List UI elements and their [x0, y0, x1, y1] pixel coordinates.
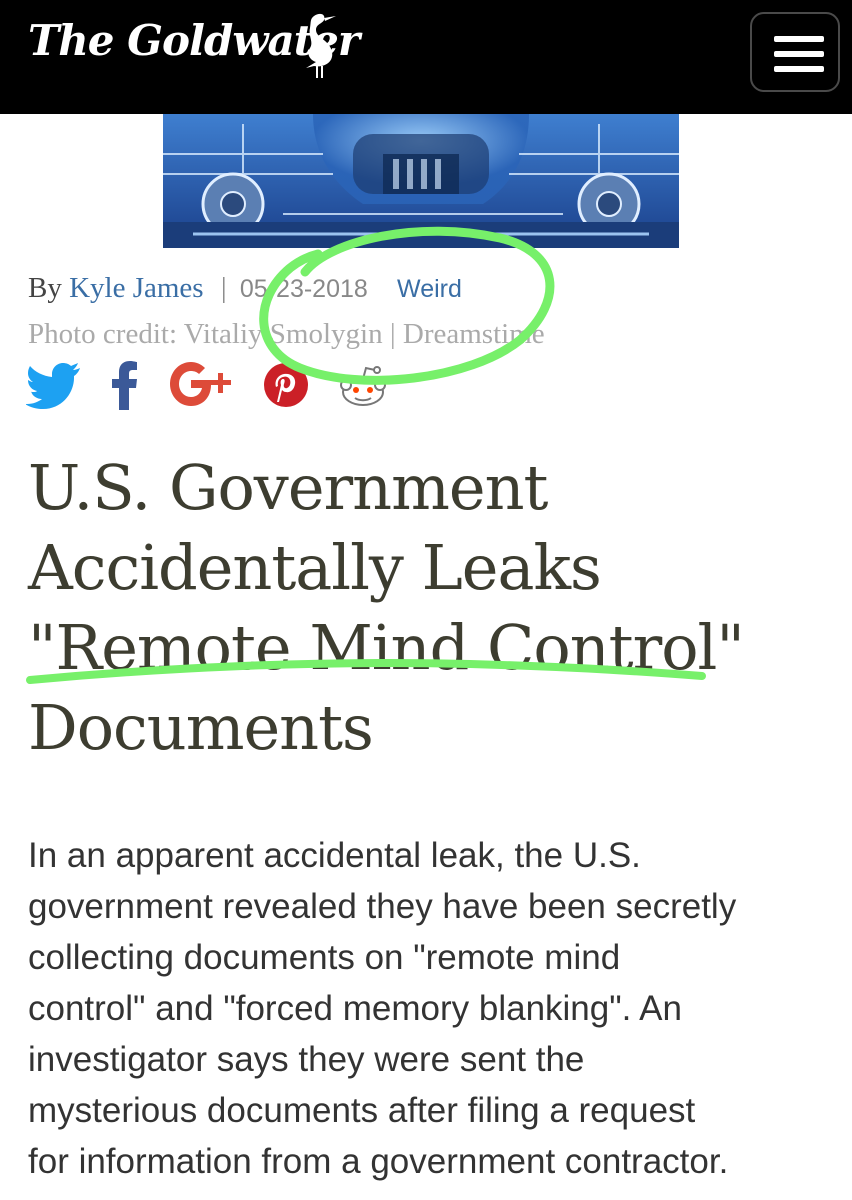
heron-logo-icon: [306, 13, 336, 78]
article-body: In an apparent accidental leak, the U.S.…: [28, 830, 828, 1187]
headline-line: U.S. Government: [28, 451, 548, 524]
body-line: mysterious documents after filing a requ…: [28, 1091, 696, 1130]
google-plus-icon[interactable]: [168, 360, 236, 410]
article-headline: U.S. Government Accidentally Leaks "Remo…: [28, 448, 828, 768]
body-line: government revealed they have been secre…: [28, 887, 737, 926]
body-line: for information from a government contra…: [28, 1142, 729, 1181]
body-line: investigator says they were sent the: [28, 1040, 585, 1079]
publish-date: 05-23-2018: [239, 275, 368, 303]
photo-credit: Photo credit: Vitaliy Smolygin | Dreamst…: [28, 318, 545, 350]
byline-prefix: By: [28, 272, 62, 304]
pinterest-icon[interactable]: [262, 360, 310, 410]
body-line: In an apparent accidental leak, the U.S.: [28, 836, 641, 875]
byline-separator: |: [220, 272, 227, 304]
body-line: control" and "forced memory blanking". A…: [28, 989, 682, 1028]
reddit-icon[interactable]: [338, 360, 388, 410]
facebook-icon[interactable]: [110, 360, 140, 410]
headline-line: Accidentally Leaks: [28, 531, 602, 604]
date-circle-annotation: [259, 226, 555, 385]
cyborg-machinery-image: [163, 114, 679, 248]
headline-line: "Remote Mind Control": [28, 611, 745, 684]
menu-button[interactable]: [750, 12, 840, 92]
site-header: The Goldwater: [0, 0, 852, 114]
author-link[interactable]: Kyle James: [69, 272, 204, 304]
article-byline: By Kyle James | 05-23-2018 Weird: [28, 272, 462, 305]
headline-line: Documents: [28, 691, 374, 764]
body-line: collecting documents on "remote mind: [28, 938, 621, 977]
twitter-icon[interactable]: [26, 360, 82, 410]
hamburger-menu-icon: [774, 36, 824, 42]
category-link[interactable]: Weird: [397, 275, 462, 303]
